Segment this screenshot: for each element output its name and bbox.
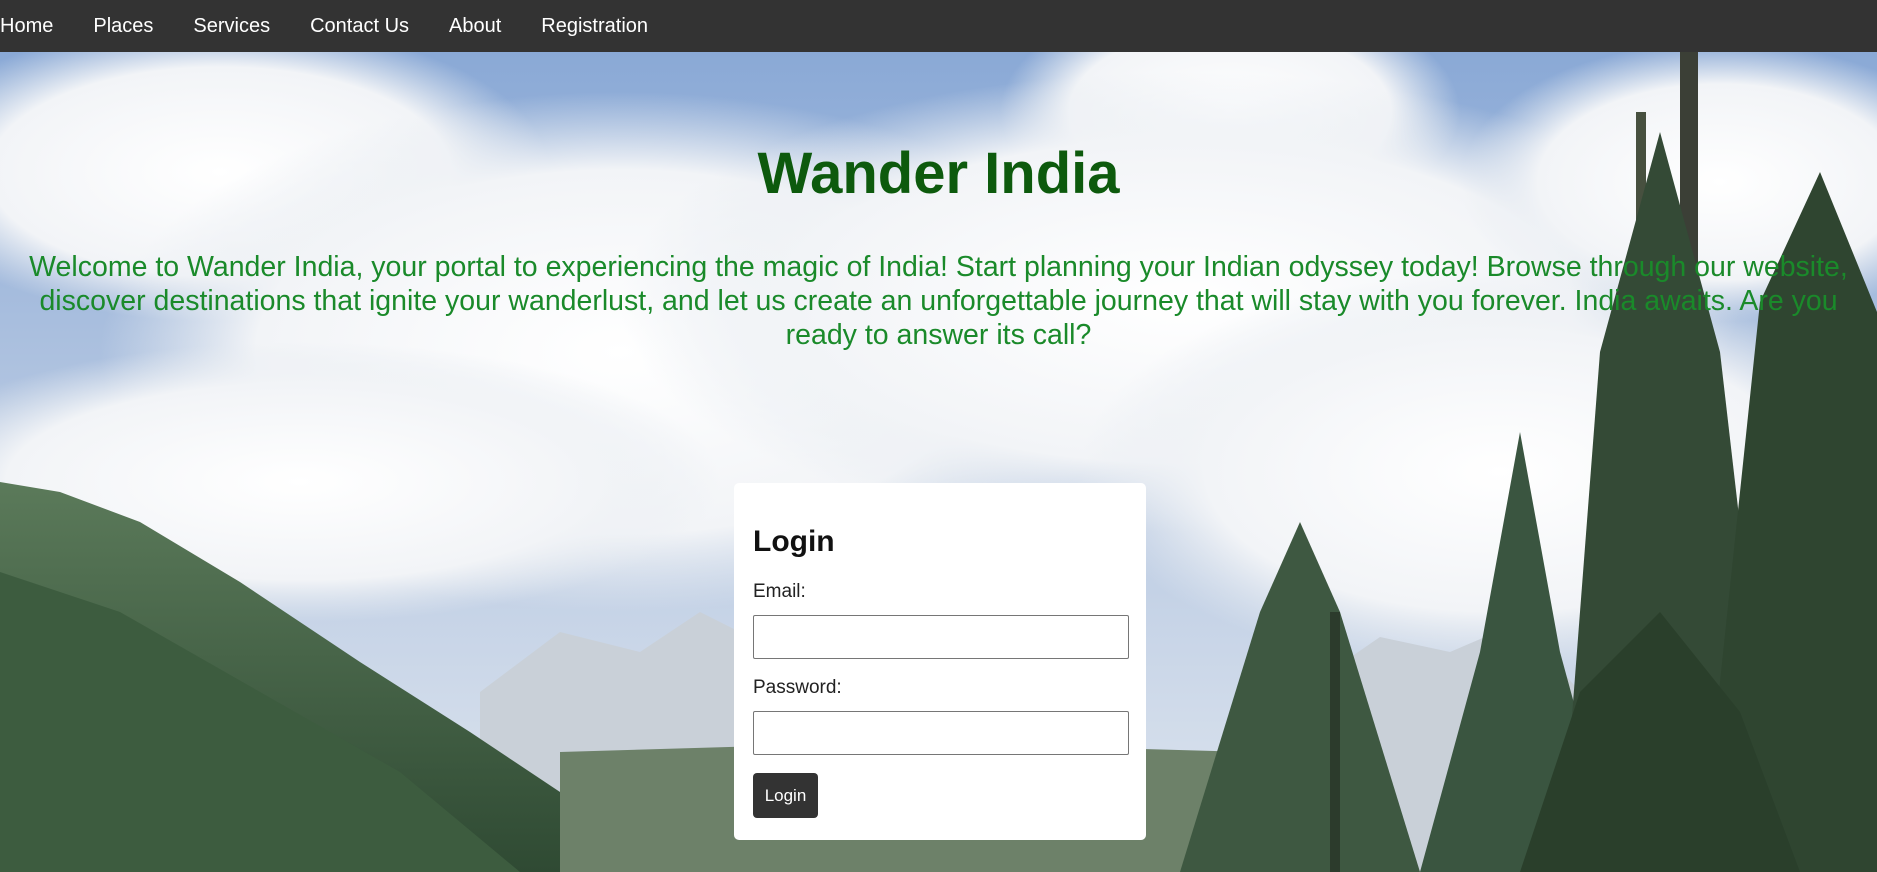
login-card: Login Email: Password: Login (734, 483, 1146, 840)
nav-services[interactable]: Services (193, 2, 270, 50)
welcome-text: Welcome to Wander India, your portal to … (29, 251, 1848, 351)
password-label: Password: (753, 677, 842, 698)
email-label: Email: (753, 581, 806, 602)
top-navbar: Home Places Services Contact Us About Re… (0, 0, 1877, 52)
page-title: Wander India (757, 141, 1120, 206)
nav-registration[interactable]: Registration (541, 2, 648, 50)
nav-places[interactable]: Places (93, 2, 153, 50)
nav-about[interactable]: About (449, 2, 501, 50)
nav-home[interactable]: Home (0, 2, 53, 50)
email-input[interactable] (753, 615, 1129, 659)
login-button[interactable]: Login (753, 773, 818, 818)
nav-contact-us[interactable]: Contact Us (310, 2, 409, 50)
password-input[interactable] (753, 711, 1129, 755)
login-heading: Login (753, 525, 835, 558)
